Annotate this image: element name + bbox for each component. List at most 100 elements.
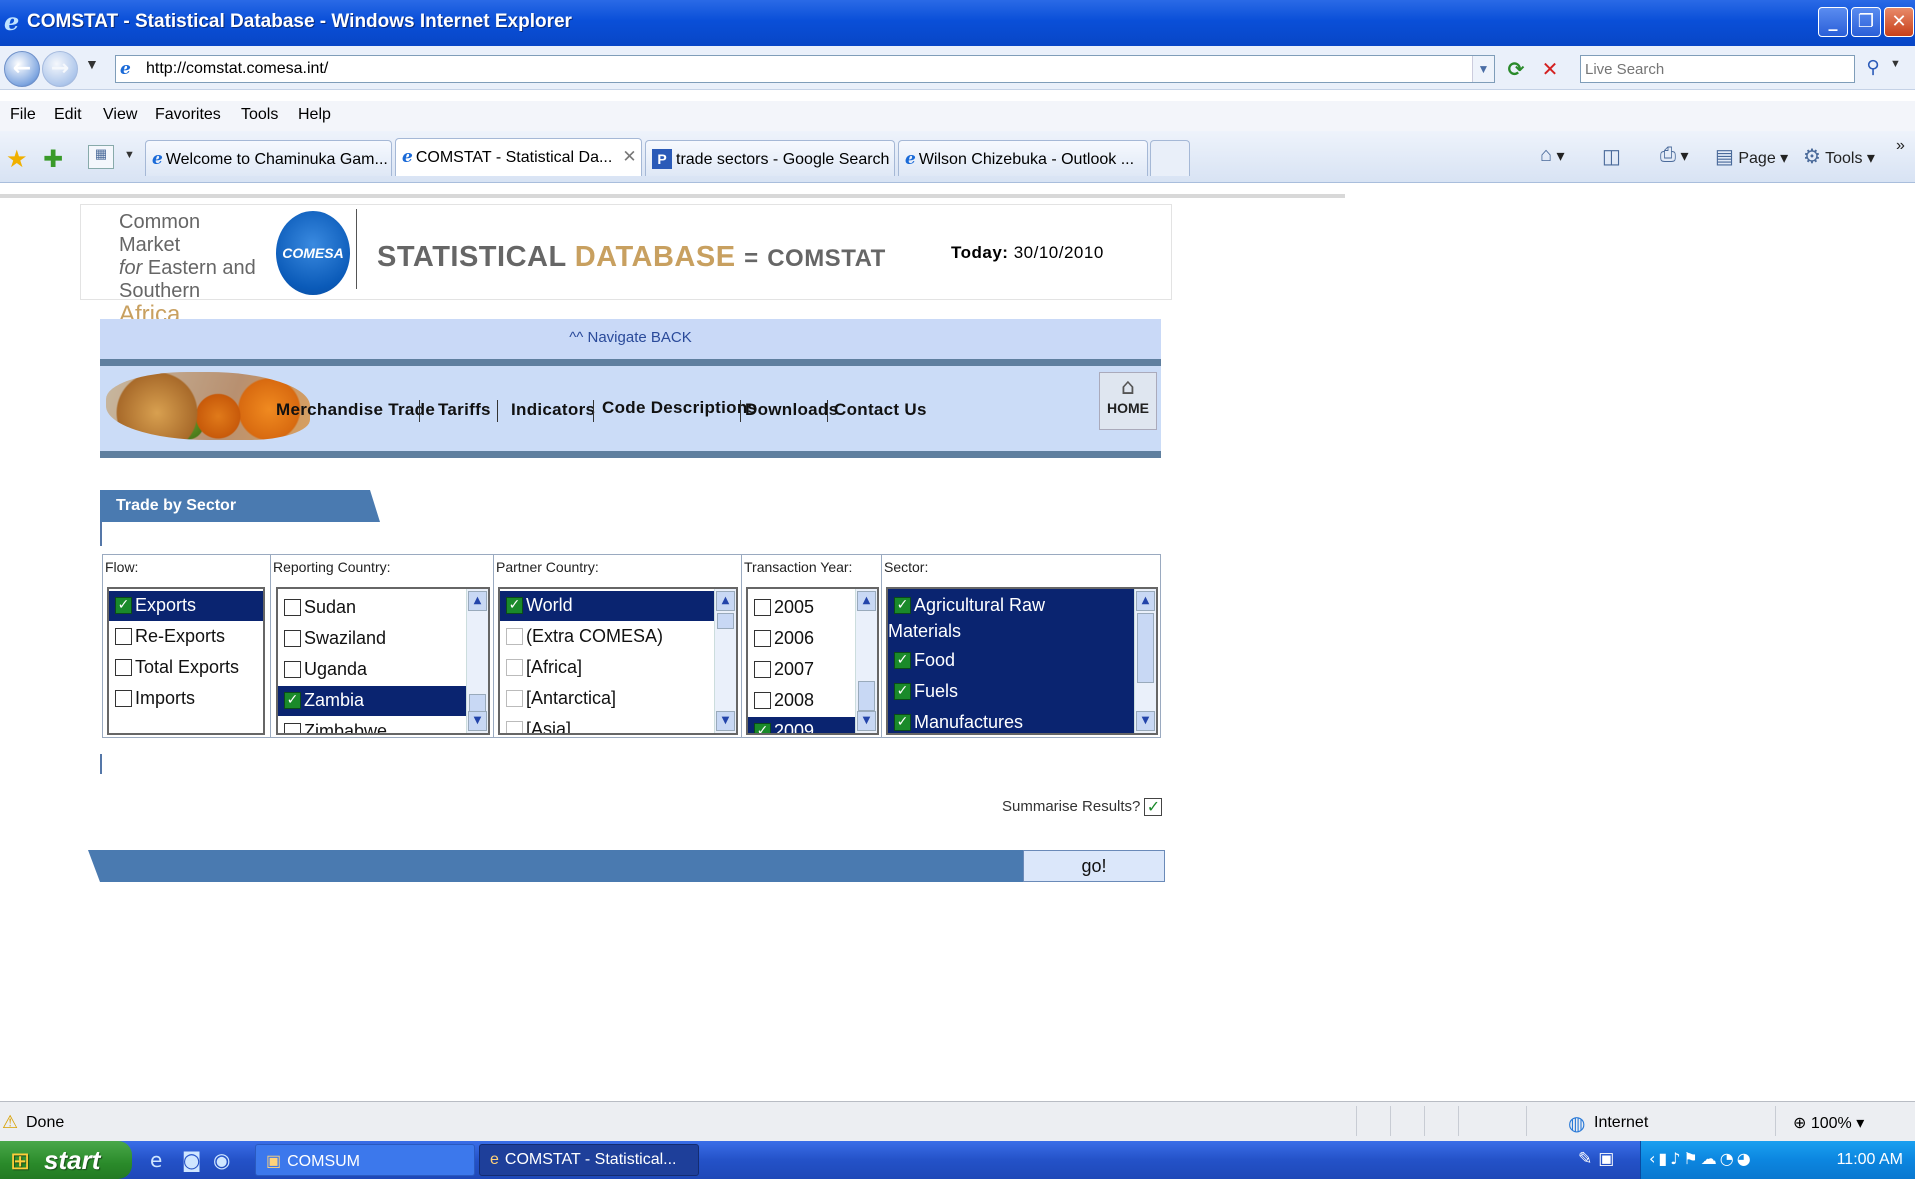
checkbox[interactable]	[506, 659, 523, 676]
menu-favorites[interactable]: Favorites	[155, 106, 221, 124]
checkbox[interactable]	[115, 659, 132, 676]
tab-outlook[interactable]: e Wilson Chizebuka - Outlook ...	[898, 140, 1148, 176]
back-button[interactable]: ←	[4, 51, 40, 87]
home-button[interactable]: ⌂ HOME	[1099, 372, 1157, 430]
year-option-2007[interactable]: 2007	[748, 655, 855, 685]
live-search-input[interactable]	[1581, 56, 1854, 82]
sector-option-fuels[interactable]: ✓ Fuels	[888, 677, 1134, 707]
taskbar-item-comsum[interactable]: ▣ COMSUM	[255, 1144, 475, 1176]
checkbox[interactable]	[506, 690, 523, 707]
year-option-2005[interactable]: 2005	[748, 593, 855, 623]
scroll-up-arrow-icon[interactable]: ▲	[1136, 591, 1155, 611]
minimize-button[interactable]: _	[1818, 7, 1848, 37]
reporting-country-listbox[interactable]: Sudan Swaziland Uganda ✓ Zambia Zimbabwe …	[276, 587, 490, 735]
scroll-thumb[interactable]	[717, 613, 734, 629]
security-zone[interactable]: Internet	[1594, 1114, 1648, 1132]
live-search-box[interactable]	[1580, 55, 1855, 83]
checkbox[interactable]	[284, 630, 301, 647]
sector-option-continuation[interactable]: Materials	[888, 617, 1134, 647]
checkbox-checked[interactable]: ✓	[115, 597, 132, 614]
checkbox[interactable]	[115, 690, 132, 707]
checkbox-checked[interactable]: ✓	[894, 714, 911, 731]
page-menu-button[interactable]: ▤ Page ▾	[1715, 144, 1788, 169]
flow-option-imports[interactable]: Imports	[109, 684, 263, 714]
menu-tools[interactable]: Tools	[241, 106, 278, 124]
close-tab-icon[interactable]: ✕	[622, 147, 636, 166]
nav-downloads[interactable]: Downloads	[745, 400, 838, 420]
feeds-button[interactable]: ◫	[1602, 144, 1621, 169]
flow-listbox[interactable]: ✓ Exports Re-Exports Total Exports Import…	[107, 587, 265, 735]
checkbox[interactable]	[284, 723, 301, 733]
sector-option-food[interactable]: ✓ Food	[888, 646, 1134, 676]
stop-icon[interactable]: ✕	[1537, 57, 1563, 83]
year-option-2008[interactable]: 2008	[748, 686, 855, 716]
restore-button[interactable]: ❐	[1851, 7, 1881, 37]
year-option-2006[interactable]: 2006	[748, 624, 855, 654]
refresh-icon[interactable]: ⟳	[1503, 57, 1529, 83]
nav-code-descriptions[interactable]: Code Descriptions	[602, 398, 757, 418]
address-dropdown[interactable]: ▼	[1472, 56, 1494, 82]
partner-option-asia[interactable]: [Asia]	[500, 715, 714, 733]
checkbox[interactable]	[754, 599, 771, 616]
checkbox-checked[interactable]: ✓	[894, 597, 911, 614]
tray-tool-icons[interactable]: ✎▣	[1578, 1149, 1620, 1169]
navigate-back-link[interactable]: ^^ Navigate BACK	[100, 319, 1161, 359]
scroll-down-arrow-icon[interactable]: ▼	[468, 711, 487, 731]
partner-option-antarctica[interactable]: [Antarctica]	[500, 684, 714, 714]
search-icon[interactable]: ⚲	[1860, 57, 1886, 83]
year-option-2009[interactable]: ✓ 2009	[748, 717, 855, 733]
checkbox[interactable]	[506, 721, 523, 733]
scroll-thumb[interactable]	[858, 681, 875, 711]
tab-google-search[interactable]: Ptrade sectors - Google Search	[645, 140, 895, 176]
sector-scrollbar[interactable]: ▲ ▼	[1134, 589, 1156, 733]
reporting-option-sudan[interactable]: Sudan	[278, 593, 466, 623]
menu-file[interactable]: File	[10, 106, 36, 124]
menu-edit[interactable]: Edit	[54, 106, 82, 124]
clock[interactable]: 11:00 AM	[1837, 1151, 1903, 1169]
checkbox[interactable]	[115, 628, 132, 645]
close-button[interactable]: ✕	[1884, 7, 1914, 37]
quick-tabs-icon[interactable]: ▦	[88, 145, 114, 169]
warning-icon[interactable]: ⚠	[2, 1112, 18, 1133]
browser-quicklaunch-icon[interactable]: ◉	[213, 1148, 230, 1172]
scroll-down-arrow-icon[interactable]: ▼	[857, 711, 876, 731]
checkbox-checked[interactable]: ✓	[894, 652, 911, 669]
tab-chaminuka[interactable]: e Welcome to Chaminuka Gam...	[145, 140, 392, 176]
go-button[interactable]: go!	[1023, 850, 1165, 882]
partner-country-listbox[interactable]: ✓ World (Extra COMESA) [Africa] [Antarcti…	[498, 587, 738, 735]
checkbox-checked[interactable]: ✓	[506, 597, 523, 614]
scroll-up-arrow-icon[interactable]: ▲	[857, 591, 876, 611]
menu-view[interactable]: View	[103, 106, 137, 124]
flow-option-re-exports[interactable]: Re-Exports	[109, 622, 263, 652]
favorites-star-icon[interactable]: ★	[6, 145, 28, 173]
partner-option-extra-comesa[interactable]: (Extra COMESA)	[500, 622, 714, 652]
checkbox[interactable]	[284, 661, 301, 678]
nav-indicators[interactable]: Indicators	[511, 400, 595, 420]
reporting-option-zimbabwe[interactable]: Zimbabwe	[278, 717, 466, 733]
checkbox-checked[interactable]: ✓	[894, 683, 911, 700]
new-tab-button[interactable]	[1150, 140, 1190, 176]
sector-option-manufactures[interactable]: ✓ Manufactures	[888, 708, 1134, 733]
reporting-option-swaziland[interactable]: Swaziland	[278, 624, 466, 654]
reporting-scrollbar[interactable]: ▲ ▼	[466, 589, 488, 733]
checkbox-checked[interactable]: ✓	[284, 692, 301, 709]
year-scrollbar[interactable]: ▲ ▼	[855, 589, 877, 733]
scroll-down-arrow-icon[interactable]: ▼	[716, 711, 735, 731]
checkbox[interactable]	[284, 599, 301, 616]
checkbox[interactable]	[754, 661, 771, 678]
checkbox-checked[interactable]: ✓	[754, 723, 771, 733]
recent-pages-dropdown[interactable]: ▼	[85, 56, 99, 72]
transaction-year-listbox[interactable]: 2005 2006 2007 2008 ✓ 2009 ▲ ▼	[746, 587, 879, 735]
flow-option-total-exports[interactable]: Total Exports	[109, 653, 263, 683]
menu-help[interactable]: Help	[298, 106, 331, 124]
reporting-option-uganda[interactable]: Uganda	[278, 655, 466, 685]
scroll-up-arrow-icon[interactable]: ▲	[468, 591, 487, 611]
zoom-level[interactable]: ⊕ 100% ▾	[1793, 1113, 1864, 1133]
summarise-checkbox[interactable]: ✓	[1144, 798, 1163, 817]
home-toolbar-button[interactable]: ⌂ ▾	[1540, 144, 1565, 167]
checkbox[interactable]	[754, 630, 771, 647]
outlook-quicklaunch-icon[interactable]: ◙	[182, 1148, 201, 1172]
checkbox[interactable]	[506, 628, 523, 645]
forward-button[interactable]: →	[42, 51, 78, 87]
search-options-dropdown[interactable]: ▼	[1890, 58, 1901, 70]
